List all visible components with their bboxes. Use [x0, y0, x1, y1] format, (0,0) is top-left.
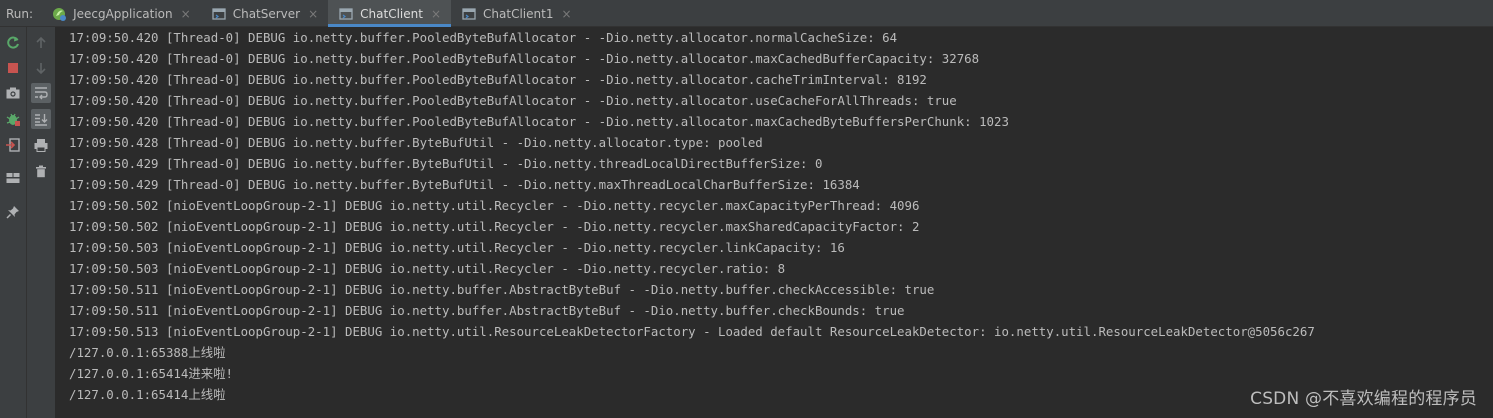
console-line: 17:09:50.420 [Thread-0] DEBUG io.netty.b… — [69, 72, 927, 87]
rerun-icon — [7, 36, 19, 49]
tab-chat-client[interactable]: ChatClient × — [328, 0, 452, 27]
run-toolbar-primary — [0, 27, 27, 418]
clear-all-button[interactable] — [31, 161, 51, 181]
console-line: 17:09:50.429 [Thread-0] DEBUG io.netty.b… — [69, 177, 860, 192]
camera-icon — [6, 87, 20, 99]
restore-layout-button[interactable] — [3, 168, 23, 188]
print-button[interactable] — [31, 135, 51, 155]
dump-threads-button[interactable] — [3, 83, 23, 103]
console-line: 17:09:50.502 [nioEventLoopGroup-2-1] DEB… — [69, 219, 920, 234]
pin-tab-button[interactable] — [3, 202, 23, 222]
trash-icon — [36, 165, 46, 178]
run-tab-bar: Run: JeecgApplication × ChatServer × Cha… — [0, 0, 1493, 27]
close-icon[interactable]: × — [561, 7, 571, 21]
tab-chat-server[interactable]: ChatServer × — [201, 0, 328, 27]
close-icon[interactable]: × — [431, 7, 441, 21]
console-line: 17:09:50.503 [nioEventLoopGroup-2-1] DEB… — [69, 240, 845, 255]
exit-button[interactable] — [3, 135, 23, 155]
tab-label: JeecgApplication — [73, 6, 173, 21]
tab-label: ChatClient1 — [483, 6, 554, 21]
rerun-button[interactable] — [3, 33, 23, 53]
console-line: 17:09:50.502 [nioEventLoopGroup-2-1] DEB… — [69, 198, 920, 213]
close-icon[interactable]: × — [181, 7, 191, 21]
down-arrow-icon — [36, 63, 46, 75]
tab-label: ChatServer — [232, 6, 301, 21]
spring-app-icon — [51, 6, 67, 22]
console-line: 17:09:50.511 [nioEventLoopGroup-2-1] DEB… — [69, 303, 905, 318]
console-line: 17:09:50.429 [Thread-0] DEBUG io.netty.b… — [69, 156, 823, 171]
console-line: 17:09:50.428 [Thread-0] DEBUG io.netty.b… — [69, 135, 763, 150]
soft-wrap-toggle[interactable] — [31, 83, 51, 103]
tab-chat-client1[interactable]: ChatClient1 × — [451, 0, 581, 27]
run-toolbar-secondary — [27, 27, 56, 418]
next-occurrence-button[interactable] — [31, 58, 51, 78]
debug-button[interactable] — [3, 109, 23, 129]
tab-label: ChatClient — [360, 6, 423, 21]
scroll-to-end-toggle[interactable] — [31, 109, 51, 129]
up-arrow-icon — [36, 36, 46, 48]
scroll-to-end-icon — [35, 114, 48, 126]
console-line: 17:09:50.513 [nioEventLoopGroup-2-1] DEB… — [69, 324, 1315, 339]
console-line: 17:09:50.420 [Thread-0] DEBUG io.netty.b… — [69, 93, 957, 108]
debug-bug-icon — [6, 113, 20, 126]
close-icon[interactable]: × — [308, 7, 318, 21]
layout-icon — [6, 173, 20, 183]
console-output[interactable]: 17:09:50.420 [Thread-0] DEBUG io.netty.b… — [64, 27, 1493, 418]
console-line: 17:09:50.420 [Thread-0] DEBUG io.netty.b… — [69, 51, 980, 66]
console-line: 17:09:50.511 [nioEventLoopGroup-2-1] DEB… — [69, 282, 935, 297]
console-line: 17:09:50.420 [Thread-0] DEBUG io.netty.b… — [69, 114, 1009, 129]
run-config-icon — [211, 6, 227, 22]
console-line: /127.0.0.1:65414进来啦! — [69, 366, 233, 381]
print-icon — [34, 139, 48, 152]
pin-icon — [6, 206, 19, 219]
run-label: Run: — [6, 6, 34, 21]
console-line: /127.0.0.1:65388上线啦 — [69, 345, 226, 360]
soft-wrap-icon — [35, 87, 48, 100]
run-config-icon — [338, 6, 354, 22]
previous-occurrence-button[interactable] — [31, 33, 51, 53]
console-line: 17:09:50.420 [Thread-0] DEBUG io.netty.b… — [69, 30, 898, 45]
stop-icon — [8, 63, 18, 73]
stop-button[interactable] — [3, 58, 23, 78]
console-line: 17:09:50.503 [nioEventLoopGroup-2-1] DEB… — [69, 261, 786, 276]
exit-icon — [6, 138, 20, 152]
tab-jeecg-application[interactable]: JeecgApplication × — [41, 0, 201, 27]
watermark: CSDN @不喜欢编程的程序员 — [1250, 389, 1477, 409]
run-config-icon — [461, 6, 477, 22]
